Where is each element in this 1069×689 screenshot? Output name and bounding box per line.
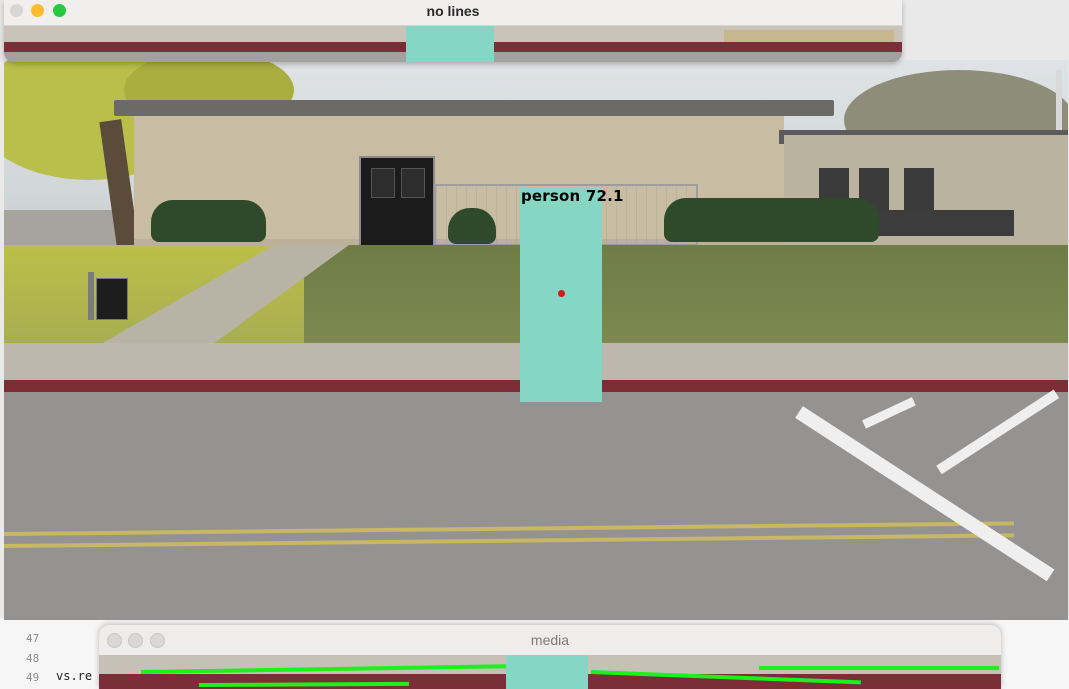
code-line[interactable]: vs.re [56,669,92,683]
building-roof [114,100,834,116]
detection-box [406,25,494,62]
window-title: no lines [426,3,480,19]
detection-class: person [521,187,581,205]
window-title: media [530,632,570,648]
hedge [151,200,266,242]
sign-post [88,272,94,320]
video-frame-main: person 72.1 [4,60,1068,620]
window-no-lines[interactable]: no lines [4,0,902,62]
hedge [448,208,496,244]
line-number: 47 [26,632,40,645]
window-titlebar[interactable]: no lines [4,0,902,26]
detection-box [506,655,588,689]
detection-center-dot [558,290,565,297]
building-entrance [359,156,435,248]
detection-confidence: 72.1 [585,187,624,205]
window-media[interactable]: media [99,625,1001,689]
line-number: 48 [26,652,40,665]
lane-line-overlay [759,666,999,670]
trailer [874,210,1014,236]
curb [619,382,879,392]
line-number: 49 [26,671,40,684]
door-panel [401,168,425,198]
sign [96,278,128,320]
hedge [664,198,879,242]
door-panel [371,168,395,198]
road [4,392,1068,620]
detection-label: person 72.1 [521,187,624,205]
window-titlebar[interactable]: media [99,625,1001,656]
